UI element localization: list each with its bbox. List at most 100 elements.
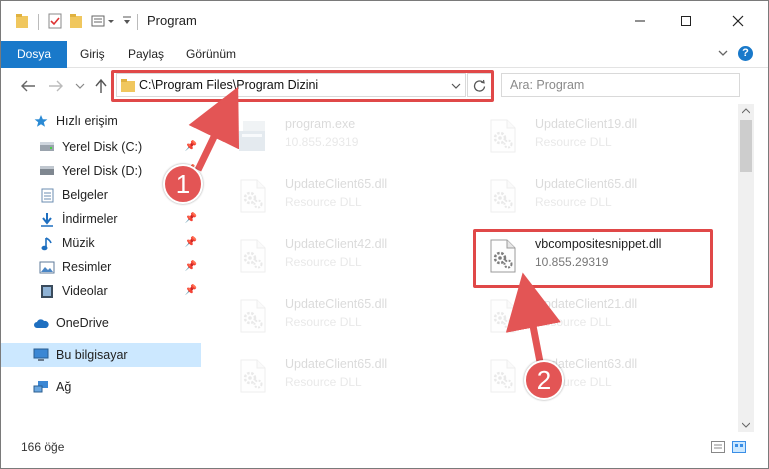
computer-icon xyxy=(33,347,49,363)
close-button[interactable] xyxy=(715,1,761,41)
music-icon xyxy=(39,235,55,251)
sidebar-item-pictures[interactable]: Resimler 📌 xyxy=(1,255,201,279)
pin-icon[interactable]: 📌 xyxy=(185,141,197,152)
file-item[interactable]: program.exe 10.855.29319 xyxy=(225,109,465,163)
window-title: Program xyxy=(147,13,197,28)
customize-toolbar-icon[interactable] xyxy=(91,12,117,30)
callout-badge-2: 2 xyxy=(524,360,564,400)
file-highlight-box xyxy=(473,229,713,288)
sidebar-item-quick-access[interactable]: Hızlı erişim xyxy=(1,109,201,133)
navigation-pane: Hızlı erişim Yerel Disk (C:) 📌 Yerel Dis… xyxy=(1,107,211,432)
sidebar-item-label: Resimler xyxy=(62,260,112,274)
tab-home[interactable]: Giriş xyxy=(80,41,105,68)
file-name: UpdateClient19.dll xyxy=(535,117,638,131)
application-icon xyxy=(237,119,269,153)
file-item[interactable]: UpdateClient63.dll Resource DLL xyxy=(475,349,715,403)
sidebar-item-label: OneDrive xyxy=(56,316,109,330)
chevron-down-icon xyxy=(75,83,85,89)
details-view-icon[interactable] xyxy=(711,441,725,453)
sidebar-item-videos[interactable]: Videolar 📌 xyxy=(1,279,201,303)
sidebar-item-label: Yerel Disk (C:) xyxy=(62,140,143,154)
drive-icon xyxy=(39,163,55,179)
sidebar-item-music[interactable]: Müzik 📌 xyxy=(1,231,201,255)
file-item[interactable]: UpdateClient21.dll Resource DLL xyxy=(475,289,715,343)
dll-file-icon xyxy=(487,299,519,333)
sidebar-item-local-disk-c[interactable]: Yerel Disk (C:) 📌 xyxy=(1,135,201,159)
sidebar-item-label: Yerel Disk (D:) xyxy=(62,164,143,178)
file-name: UpdateClient42.dll xyxy=(285,237,388,251)
dll-file-icon xyxy=(237,359,269,393)
scroll-up-icon[interactable] xyxy=(742,108,750,114)
arrow-up-icon xyxy=(95,78,107,93)
sidebar-item-label: Belgeler xyxy=(62,188,108,202)
status-bar: 166 öğe xyxy=(1,435,768,459)
chevron-down-icon[interactable] xyxy=(122,12,132,30)
tab-share[interactable]: Paylaş xyxy=(128,41,164,68)
dll-file-icon xyxy=(237,299,269,333)
file-item[interactable]: UpdateClient65.dll Resource DLL xyxy=(225,289,465,343)
file-item[interactable]: UpdateClient65.dll Resource DLL xyxy=(225,169,465,223)
new-folder-icon[interactable] xyxy=(69,12,83,30)
pin-icon[interactable]: 📌 xyxy=(185,261,197,272)
back-button[interactable] xyxy=(19,77,37,95)
vertical-scrollbar[interactable] xyxy=(738,104,754,432)
pin-icon[interactable]: 📌 xyxy=(185,213,197,224)
file-name: UpdateClient65.dll xyxy=(535,177,638,191)
search-input[interactable]: Ara: Program xyxy=(501,73,740,97)
up-button[interactable] xyxy=(92,77,110,95)
pin-icon[interactable]: 📌 xyxy=(185,237,197,248)
sidebar-item-label: İndirmeler xyxy=(62,212,118,226)
scrollbar-thumb[interactable] xyxy=(740,120,752,172)
properties-icon[interactable] xyxy=(48,12,62,30)
file-item[interactable]: UpdateClient19.dll Resource DLL xyxy=(475,109,715,163)
sidebar-item-this-pc[interactable]: Bu bilgisayar xyxy=(1,343,201,367)
file-detail: Resource DLL xyxy=(285,375,362,389)
dll-file-icon xyxy=(487,179,519,213)
item-count: 166 öğe xyxy=(21,440,65,454)
file-item[interactable]: UpdateClient42.dll Resource DLL xyxy=(225,229,465,283)
pin-icon[interactable]: 📌 xyxy=(185,285,197,296)
sidebar-item-label: Ağ xyxy=(56,380,72,394)
minimize-icon xyxy=(635,20,645,22)
dll-file-icon xyxy=(237,179,269,213)
search-placeholder: Ara: Program xyxy=(510,78,585,92)
star-icon xyxy=(33,113,49,129)
drive-icon xyxy=(39,139,55,155)
sidebar-item-network[interactable]: Ağ xyxy=(1,375,201,399)
scroll-down-icon[interactable] xyxy=(742,422,750,428)
toolbar-separator xyxy=(137,14,138,30)
toolbar-separator xyxy=(38,14,39,30)
file-name: program.exe xyxy=(285,117,356,131)
large-icons-view-icon[interactable] xyxy=(732,441,746,453)
title-bar: Program xyxy=(1,1,768,41)
ribbon-tabs: Dosya Giriş Paylaş Görünüm ? xyxy=(1,41,768,68)
tab-file[interactable]: Dosya xyxy=(1,41,67,68)
dll-file-icon xyxy=(487,359,519,393)
help-icon[interactable]: ? xyxy=(738,46,753,61)
file-detail: Resource DLL xyxy=(285,315,362,329)
pictures-icon xyxy=(39,259,55,275)
sidebar-item-label: Müzik xyxy=(62,236,95,250)
tab-view[interactable]: Görünüm xyxy=(186,41,236,68)
file-name: UpdateClient21.dll xyxy=(535,297,638,311)
file-item[interactable]: UpdateClient65.dll Resource DLL xyxy=(475,169,715,223)
file-detail: Resource DLL xyxy=(285,195,362,209)
explorer-window: Program Dosya Giriş Paylaş Görünüm ? C:\… xyxy=(0,0,769,469)
network-icon xyxy=(33,379,49,395)
folder-icon xyxy=(15,12,29,30)
file-item[interactable]: UpdateClient65.dll Resource DLL xyxy=(225,349,465,403)
callout-badge-1: 1 xyxy=(163,164,203,204)
arrow-left-icon xyxy=(21,80,35,92)
minimize-button[interactable] xyxy=(617,1,663,41)
recent-locations-button[interactable] xyxy=(71,77,89,95)
sidebar-item-onedrive[interactable]: OneDrive xyxy=(1,311,201,335)
documents-icon xyxy=(39,187,55,203)
arrow-right-icon xyxy=(49,80,63,92)
file-name: UpdateClient65.dll xyxy=(285,357,388,371)
forward-button[interactable] xyxy=(47,77,65,95)
maximize-button[interactable] xyxy=(663,1,709,41)
file-name: UpdateClient65.dll xyxy=(285,177,388,191)
sidebar-item-downloads[interactable]: İndirmeler 📌 xyxy=(1,207,201,231)
file-detail: 10.855.29319 xyxy=(285,135,359,149)
expand-ribbon-icon[interactable] xyxy=(717,47,729,62)
